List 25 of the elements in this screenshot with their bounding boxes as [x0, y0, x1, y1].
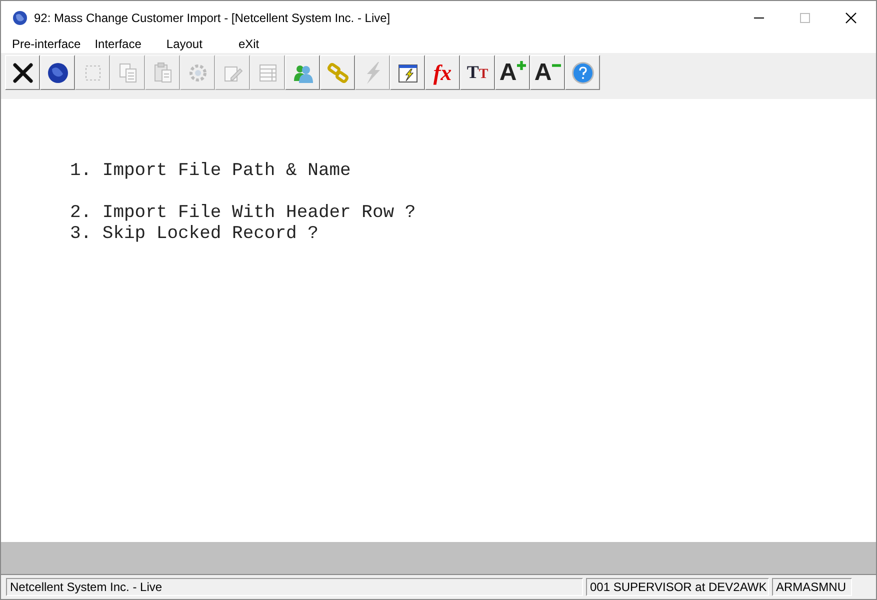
prompt-label: 3. Skip Locked Record ?	[70, 224, 320, 245]
prompt-label: 1. Import File Path & Name	[70, 161, 352, 182]
menu-item[interactable]: eXit	[238, 35, 260, 53]
help-icon	[570, 60, 594, 84]
status-panel: 001 SUPERVISOR at DEV2AWK	[586, 578, 769, 596]
menu-item[interactable]: Layout	[166, 35, 202, 53]
menu-item[interactable]: Interface	[94, 35, 142, 53]
prompt-label: 2. Import File With Header Row ?	[70, 203, 417, 224]
status-panel: Netcellent System Inc. - Live	[6, 578, 583, 596]
toolbar-button[interactable]	[390, 55, 425, 90]
globe-icon	[46, 60, 70, 84]
menu-item[interactable]: Pre-interface	[12, 35, 81, 53]
close-icon	[10, 60, 34, 84]
toolbar-button[interactable]	[5, 55, 40, 90]
toolbar-button[interactable]: A	[530, 55, 565, 90]
toolbar-button[interactable]: fx	[425, 55, 460, 90]
minus-icon	[552, 61, 561, 70]
plus-icon	[516, 61, 526, 70]
toolbar-button[interactable]	[40, 55, 75, 90]
chain-icon	[326, 60, 350, 84]
toolbar-button[interactable]: A	[495, 55, 530, 90]
globe-icon	[12, 10, 28, 26]
toolbar-button[interactable]: TT	[460, 55, 495, 90]
status-panel: ARMASMNU	[772, 578, 852, 596]
window-title: 92: Mass Change Customer Import - [Netcellent System Inc. - Live]	[34, 10, 390, 27]
